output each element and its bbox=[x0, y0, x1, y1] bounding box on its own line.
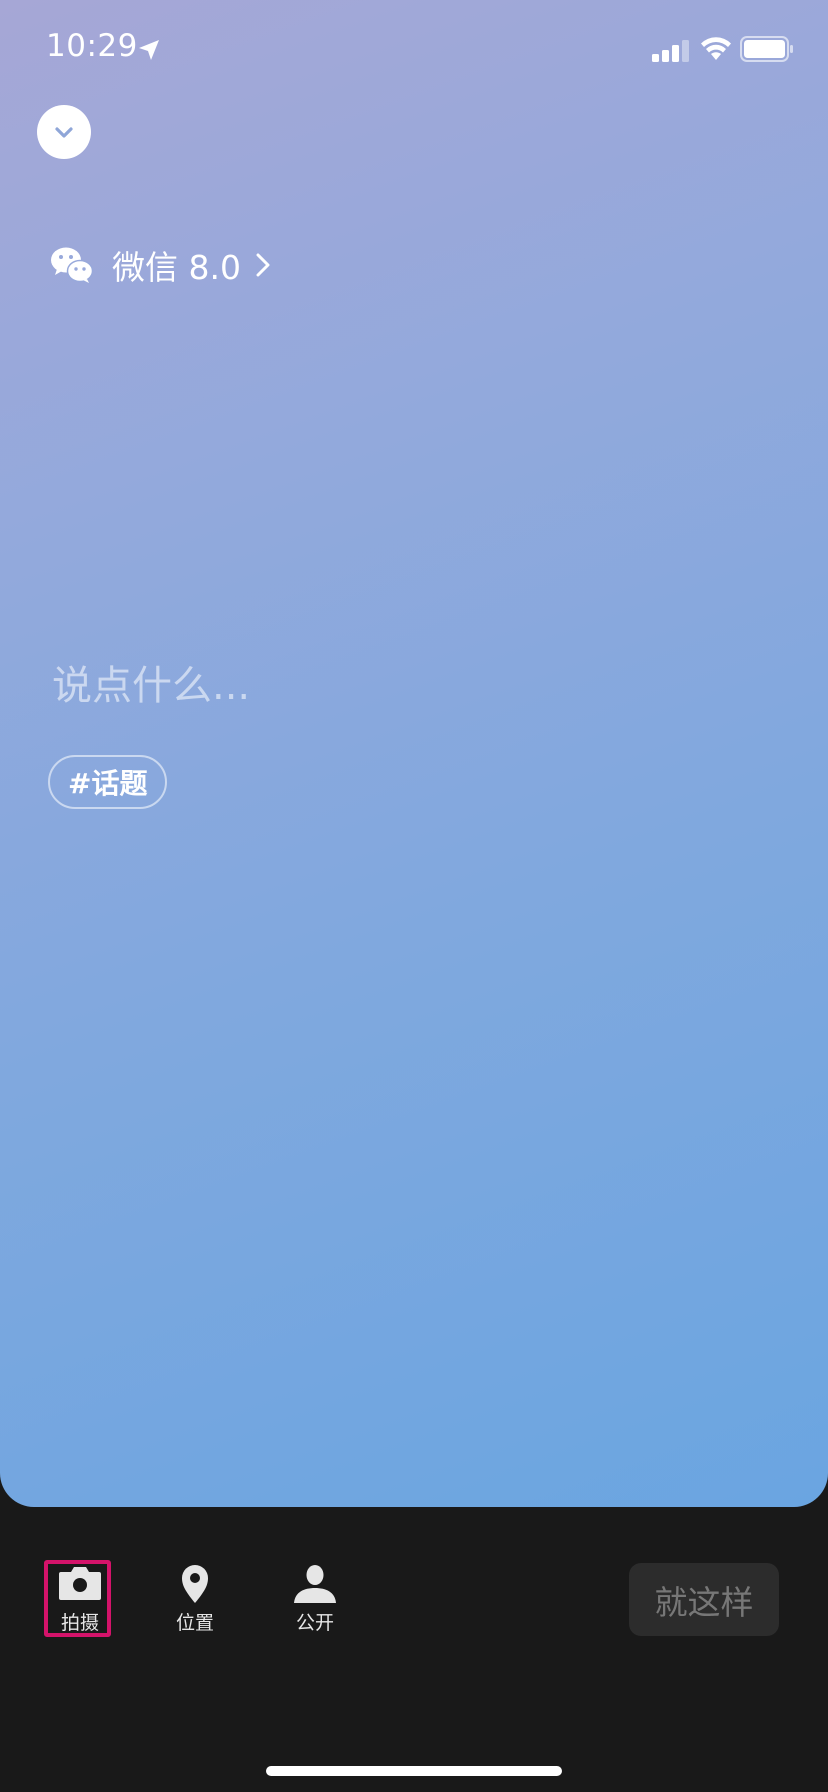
shoot-label: 拍摄 bbox=[60, 1612, 99, 1634]
visibility-label: 公开 bbox=[295, 1612, 334, 1634]
chevron-right-icon bbox=[256, 253, 270, 277]
home-indicator[interactable] bbox=[266, 1766, 562, 1776]
location-pin-icon bbox=[182, 1565, 208, 1603]
cellular-signal-icon bbox=[652, 40, 689, 62]
app-link-label: 微信 8.0 bbox=[112, 248, 241, 287]
camera-icon bbox=[59, 1567, 101, 1600]
status-time: 10:29 bbox=[46, 28, 138, 64]
battery-icon bbox=[740, 36, 793, 62]
app-link[interactable]: 微信 8.0 bbox=[50, 240, 273, 290]
person-icon bbox=[294, 1565, 336, 1603]
wifi-icon bbox=[701, 37, 731, 60]
location-button[interactable]: 位置 bbox=[160, 1562, 230, 1635]
shoot-button[interactable]: 拍摄 bbox=[44, 1560, 115, 1637]
topic-chip[interactable]: #话题 bbox=[48, 755, 168, 809]
location-label: 位置 bbox=[175, 1612, 214, 1634]
collapse-button[interactable] bbox=[37, 105, 91, 159]
done-button[interactable]: 就这样 bbox=[629, 1563, 779, 1636]
status-editor-screen: 10:29 微信 8.0 说点什么... #话题 拍摄 位置 公开 就这样 bbox=[0, 0, 828, 1792]
wechat-icon bbox=[51, 247, 94, 283]
status-text-input[interactable] bbox=[52, 660, 772, 712]
visibility-button[interactable]: 公开 bbox=[280, 1562, 350, 1635]
location-arrow-icon bbox=[139, 40, 159, 60]
compose-canvas: 10:29 微信 8.0 说点什么... #话题 bbox=[0, 0, 828, 1507]
chevron-down-icon bbox=[55, 127, 73, 138]
